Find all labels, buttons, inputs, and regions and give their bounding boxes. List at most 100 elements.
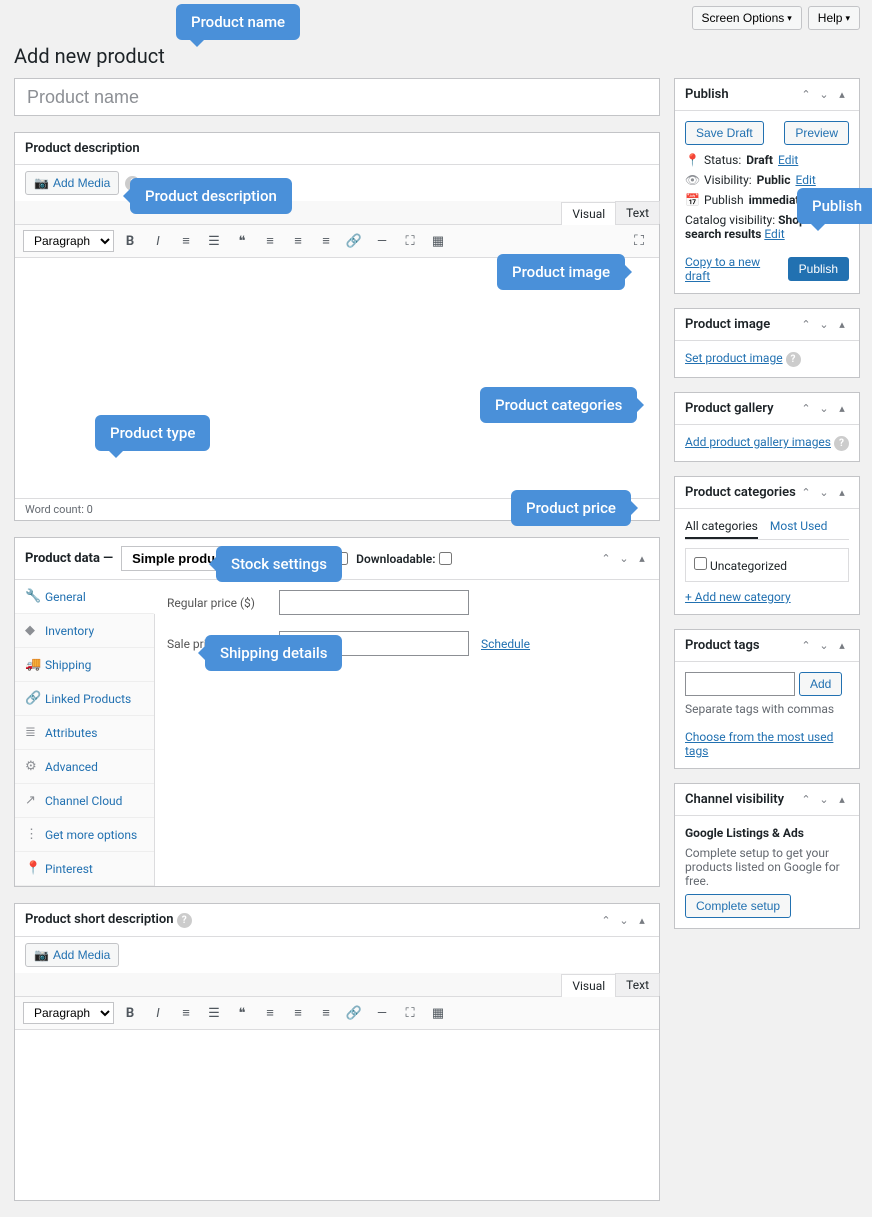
preview-button[interactable]: Preview [784,121,849,145]
edit-visibility-link[interactable]: Edit [795,173,815,187]
chevron-up-icon[interactable]: ⌃ [799,486,813,500]
save-draft-button[interactable]: Save Draft [685,121,764,145]
most-used-tab[interactable]: Most Used [770,519,828,539]
editor-content-area[interactable] [15,258,659,498]
add-tag-button[interactable]: Add [799,672,842,696]
help-icon[interactable]: ? [269,551,284,566]
bold-icon[interactable]: B [118,229,142,253]
align-left-icon[interactable]: ≡ [258,1001,282,1025]
triangle-icon[interactable]: ▴ [835,639,849,653]
sale-price-input[interactable] [279,631,469,656]
number-list-icon[interactable]: ☰ [202,1001,226,1025]
format-select[interactable]: Paragraph [23,1002,114,1024]
triangle-icon[interactable]: ▴ [635,552,649,566]
tab-pinterest[interactable]: 📍Pinterest [15,852,154,886]
text-tab[interactable]: Text [615,201,660,224]
tab-shipping[interactable]: 🚚Shipping [15,648,154,682]
triangle-icon[interactable]: ▴ [835,402,849,416]
tab-advanced[interactable]: ⚙Advanced [15,750,154,784]
publish-button[interactable]: Publish [788,257,849,281]
help-icon[interactable]: ? [177,913,192,928]
quote-icon[interactable]: ❝ [230,229,254,253]
chevron-up-icon[interactable]: ⌃ [599,913,613,927]
help-icon[interactable]: ? [125,176,140,191]
more-icon[interactable]: — [370,229,394,253]
align-left-icon[interactable]: ≡ [258,229,282,253]
tab-channel-cloud[interactable]: ↗Channel Cloud [15,784,154,818]
chevron-down-icon[interactable]: ⌄ [617,552,631,566]
chevron-down-icon[interactable]: ⌄ [817,318,831,332]
tab-linked-products[interactable]: 🔗Linked Products [15,682,154,716]
chevron-down-icon[interactable]: ⌄ [817,639,831,653]
italic-icon[interactable]: I [146,1001,170,1025]
triangle-icon[interactable]: ▴ [835,318,849,332]
add-media-button[interactable]: 📷Add Media [25,171,119,195]
chevron-up-icon[interactable]: ⌃ [799,318,813,332]
triangle-icon[interactable]: ▴ [635,913,649,927]
link-icon[interactable]: 🔗 [342,1001,366,1025]
chevron-up-icon[interactable]: ⌃ [599,552,613,566]
text-tab[interactable]: Text [615,973,660,996]
uncategorized-checkbox[interactable]: Uncategorized [694,559,787,573]
align-center-icon[interactable]: ≡ [286,1001,310,1025]
expand-icon[interactable]: ⛶ [627,229,651,253]
edit-publish-link[interactable]: Edit [820,193,840,207]
tag-input[interactable] [685,672,795,696]
chevron-down-icon[interactable]: ⌄ [817,486,831,500]
bullet-list-icon[interactable]: ≡ [174,1001,198,1025]
visual-tab[interactable]: Visual [561,974,616,997]
copy-draft-link[interactable]: Copy to a new draft [685,255,778,283]
italic-icon[interactable]: I [146,229,170,253]
chevron-up-icon[interactable]: ⌃ [799,402,813,416]
short-editor-content[interactable] [15,1030,659,1200]
all-categories-tab[interactable]: All categories [685,519,758,539]
chevron-up-icon[interactable]: ⌃ [799,793,813,807]
product-name-input[interactable] [14,78,660,116]
more-icon[interactable]: — [370,1001,394,1025]
choose-tags-link[interactable]: Choose from the most used tags [685,730,833,758]
downloadable-checkbox[interactable]: Downloadable: [356,552,452,566]
chevron-down-icon[interactable]: ⌄ [617,913,631,927]
edit-status-link[interactable]: Edit [778,153,798,167]
help-icon[interactable]: ? [786,352,801,367]
add-gallery-link[interactable]: Add product gallery images [685,435,831,449]
number-list-icon[interactable]: ☰ [202,229,226,253]
chevron-down-icon[interactable]: ⌄ [817,793,831,807]
align-center-icon[interactable]: ≡ [286,229,310,253]
triangle-icon[interactable]: ▴ [835,486,849,500]
edit-catalog-link[interactable]: Edit [764,227,784,241]
add-category-link[interactable]: + Add new category [685,590,791,604]
bold-icon[interactable]: B [118,1001,142,1025]
align-right-icon[interactable]: ≡ [314,229,338,253]
product-type-select[interactable]: Simple product [121,546,261,571]
complete-setup-button[interactable]: Complete setup [685,894,791,918]
chevron-up-icon[interactable]: ⌃ [799,88,813,102]
tab-inventory[interactable]: ◆Inventory [15,614,154,648]
tab-get-more[interactable]: ⋮Get more options [15,818,154,852]
align-right-icon[interactable]: ≡ [314,1001,338,1025]
add-media-button[interactable]: 📷Add Media [25,943,119,967]
fullscreen-icon[interactable]: ⛶ [398,229,422,253]
help-icon[interactable]: ? [834,436,849,451]
link-icon[interactable]: 🔗 [342,229,366,253]
toolbar-toggle-icon[interactable]: ▦ [426,229,450,253]
chevron-down-icon[interactable]: ⌄ [817,402,831,416]
tab-general[interactable]: 🔧General [15,580,155,614]
set-product-image-link[interactable]: Set product image [685,351,783,365]
visual-tab[interactable]: Visual [561,202,616,225]
chevron-up-icon[interactable]: ⌃ [799,639,813,653]
triangle-icon[interactable]: ▴ [835,793,849,807]
regular-price-input[interactable] [279,590,469,615]
schedule-link[interactable]: Schedule [481,637,530,651]
bullet-list-icon[interactable]: ≡ [174,229,198,253]
fullscreen-icon[interactable]: ⛶ [398,1001,422,1025]
virtual-checkbox[interactable]: Virtual: [292,552,348,566]
chevron-down-icon[interactable]: ⌄ [817,88,831,102]
quote-icon[interactable]: ❝ [230,1001,254,1025]
tab-attributes[interactable]: ≣Attributes [15,716,154,750]
triangle-icon[interactable]: ▴ [835,88,849,102]
format-select[interactable]: Paragraph [23,230,114,252]
toolbar-toggle-icon[interactable]: ▦ [426,1001,450,1025]
screen-options-button[interactable]: Screen Options [692,6,802,30]
help-button[interactable]: Help [808,6,860,30]
